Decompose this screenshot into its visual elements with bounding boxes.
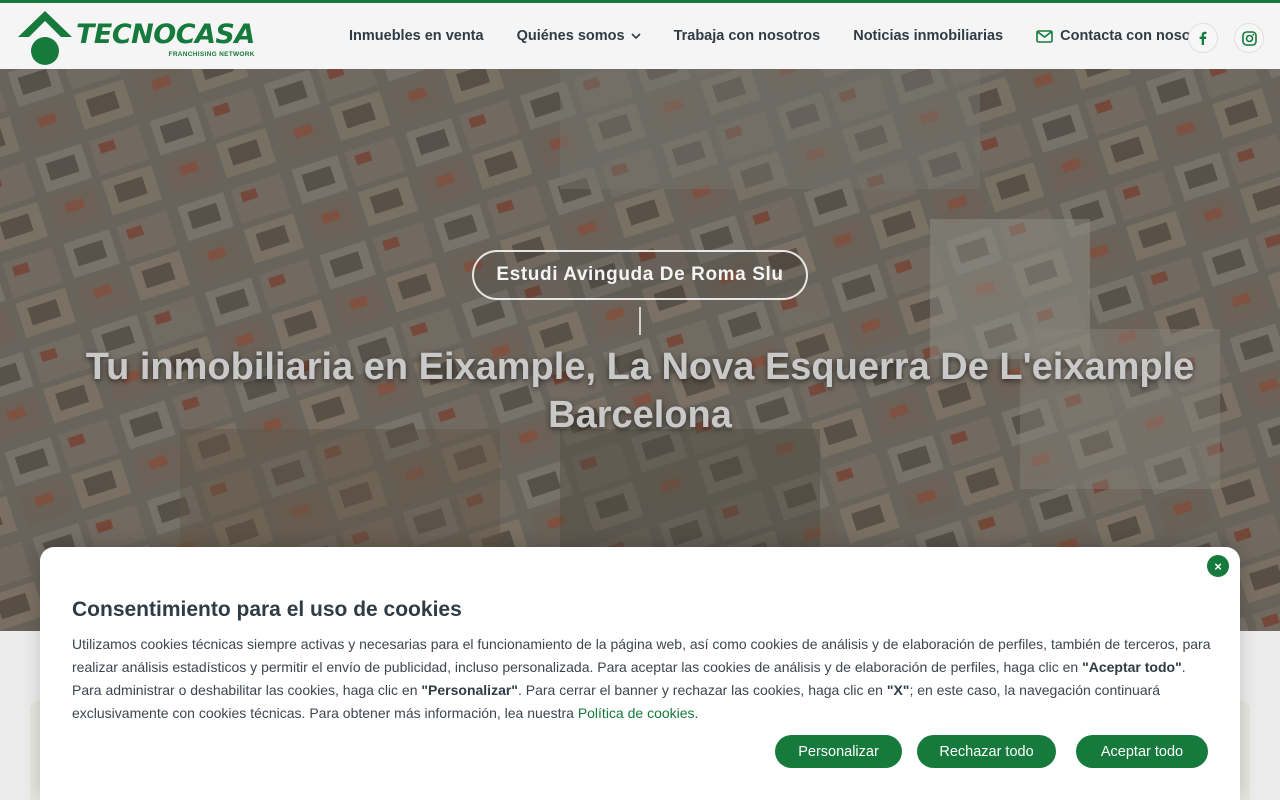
cookie-title: Consentimiento para el uso de cookies (72, 598, 462, 621)
cookie-text-part: Utilizamos cookies técnicas siempre acti… (72, 636, 1211, 675)
cookie-description: Utilizamos cookies técnicas siempre acti… (72, 633, 1212, 725)
cookie-consent-banner: × Consentimiento para el uso de cookies … (40, 547, 1240, 800)
cookie-text-bold: "Aceptar todo" (1082, 659, 1182, 675)
nav-label: Quiénes somos (516, 28, 625, 44)
house-logo-icon (18, 11, 72, 65)
hero-title-line2: Barcelona (548, 394, 732, 436)
divider-line (639, 307, 641, 335)
cookie-text-bold: "X" (886, 682, 910, 698)
cookie-text-bold: "Personalizar" (421, 682, 518, 698)
facebook-link[interactable] (1188, 23, 1218, 53)
nav-label: Inmuebles en venta (349, 28, 484, 44)
nav-label: Trabaja con nosotros (673, 28, 821, 44)
nav-label: Noticias inmobiliarias (853, 28, 1004, 44)
nav-quienes-somos[interactable]: Quiénes somos (517, 28, 641, 44)
cookie-text-part: . Para cerrar el banner y rechazar las c… (517, 682, 887, 698)
customize-button[interactable]: Personalizar (775, 735, 902, 768)
facebook-icon (1199, 31, 1207, 45)
logo-subtitle: FRANCHISING NETWORK (168, 51, 255, 58)
site-header: TECNOCASA FRANCHISING NETWORK Inmuebles … (0, 0, 1280, 69)
nav-inmuebles-en-venta[interactable]: Inmuebles en venta (349, 28, 484, 44)
instagram-link[interactable] (1234, 23, 1264, 53)
cookie-text-part: . (694, 705, 699, 721)
hero-title: Tu inmobiliaria en Eixample, La Nova Esq… (60, 343, 1220, 439)
chevron-down-icon (630, 32, 641, 40)
accept-all-button[interactable]: Aceptar todo (1076, 735, 1208, 768)
nav-noticias-inmobiliarias[interactable]: Noticias inmobiliarias (853, 28, 1003, 44)
agency-name-badge: Estudi Avinguda De Roma Slu (472, 250, 808, 300)
close-button[interactable]: × (1207, 555, 1229, 577)
mail-icon (1036, 29, 1053, 43)
tecnocasa-logo[interactable]: TECNOCASA FRANCHISING NETWORK (16, 9, 255, 67)
cookie-policy-link[interactable]: Política de cookies (578, 705, 695, 721)
nav-trabaja-con-nosotros[interactable]: Trabaja con nosotros (674, 28, 821, 44)
logo-wordmark: TECNOCASA (76, 19, 255, 50)
reject-all-button[interactable]: Rechazar todo (917, 735, 1056, 768)
main-nav: Inmuebles en venta Quiénes somos Trabaja… (349, 3, 1251, 69)
hero-title-line1: Tu inmobiliaria en Eixample, La Nova Esq… (85, 346, 1195, 388)
instagram-icon (1241, 30, 1257, 46)
